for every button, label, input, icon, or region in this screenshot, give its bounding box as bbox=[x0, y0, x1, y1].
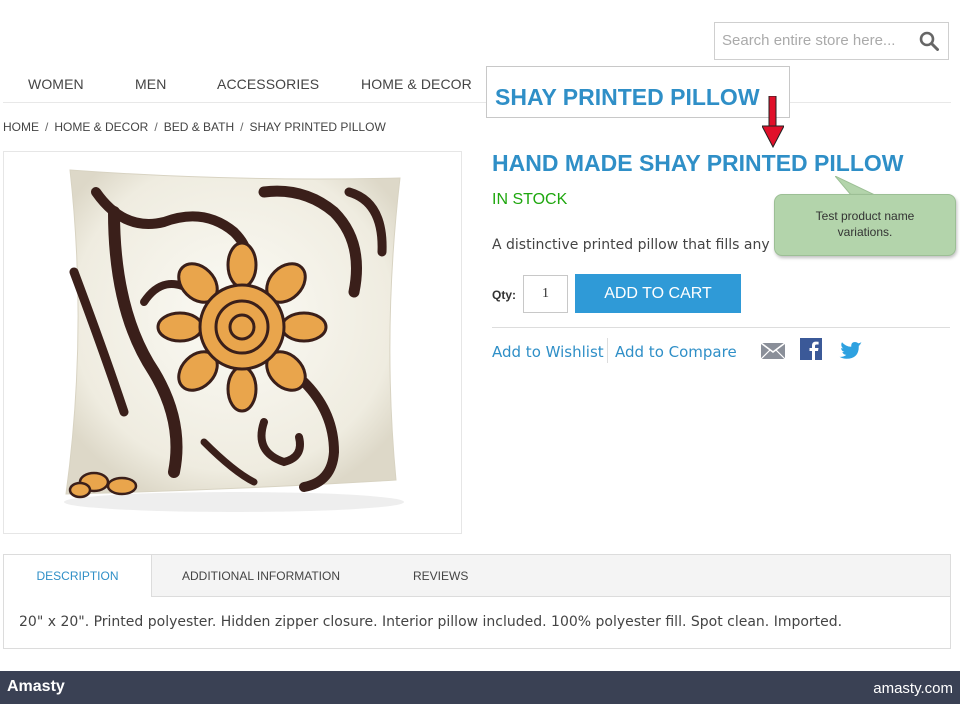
stock-status: IN STOCK bbox=[492, 191, 568, 208]
footer-site: amasty.com bbox=[873, 680, 953, 697]
facebook-icon[interactable] bbox=[799, 337, 825, 363]
short-description: A distinctive printed pillow that fills … bbox=[492, 237, 789, 253]
name-variation-callout: SHAY PRINTED PILLOW bbox=[486, 66, 790, 118]
footer-bar: Amasty amasty.com bbox=[0, 671, 960, 704]
twitter-icon[interactable] bbox=[838, 338, 864, 364]
breadcrumb-home[interactable]: HOME bbox=[3, 120, 39, 134]
flower-motif bbox=[156, 241, 328, 413]
breadcrumb-home-decor[interactable]: HOME & DECOR bbox=[54, 120, 148, 134]
tab-description[interactable]: DESCRIPTION bbox=[4, 555, 152, 597]
add-to-compare-link[interactable]: Add to Compare bbox=[615, 343, 737, 361]
product-name: HAND MADE SHAY PRINTED PILLOW bbox=[492, 150, 904, 176]
divider bbox=[492, 327, 950, 328]
footer-brand: Amasty bbox=[7, 678, 65, 695]
search-icon[interactable] bbox=[919, 31, 939, 51]
email-icon[interactable] bbox=[760, 338, 786, 364]
pillow-image bbox=[64, 169, 404, 512]
breadcrumb-bed-bath[interactable]: BED & BATH bbox=[164, 120, 234, 134]
tooltip-text: Test product name variations. bbox=[815, 209, 915, 239]
search-input[interactable] bbox=[722, 32, 907, 49]
nav-item-accessories[interactable]: ACCESSORIES bbox=[217, 76, 319, 92]
nav-divider bbox=[3, 102, 951, 103]
breadcrumb: HOME / HOME & DECOR / BED & BATH / SHAY PRINTE… bbox=[3, 120, 386, 134]
tab-bar: DESCRIPTION ADDITIONAL INFORMATION REVIE… bbox=[4, 555, 950, 597]
qty-input[interactable]: 1 bbox=[523, 275, 568, 313]
add-to-cart-button[interactable]: ADD TO CART bbox=[575, 274, 741, 313]
red-arrow-icon bbox=[762, 96, 784, 148]
tooltip-tail bbox=[835, 176, 875, 196]
name-variation-text: SHAY PRINTED PILLOW bbox=[495, 84, 760, 110]
qty-label: Qty: bbox=[492, 288, 516, 302]
add-to-wishlist-link[interactable]: Add to Wishlist bbox=[492, 343, 604, 361]
tab-reviews[interactable]: REVIEWS bbox=[413, 555, 468, 596]
product-tabs: DESCRIPTION ADDITIONAL INFORMATION REVIE… bbox=[3, 554, 951, 649]
product-image[interactable] bbox=[3, 151, 462, 534]
nav-item-women[interactable]: WOMEN bbox=[28, 76, 84, 92]
nav-item-home-decor[interactable]: HOME & DECOR bbox=[361, 76, 472, 92]
breadcrumb-current: SHAY PRINTED PILLOW bbox=[249, 120, 386, 134]
tab-description-content: 20" x 20". Printed polyester. Hidden zip… bbox=[19, 614, 843, 630]
search-box bbox=[714, 22, 949, 60]
tooltip: Test product name variations. bbox=[774, 194, 956, 256]
tab-additional-information[interactable]: ADDITIONAL INFORMATION bbox=[182, 555, 340, 596]
link-divider bbox=[607, 338, 608, 363]
nav-item-men[interactable]: MEN bbox=[135, 76, 166, 92]
